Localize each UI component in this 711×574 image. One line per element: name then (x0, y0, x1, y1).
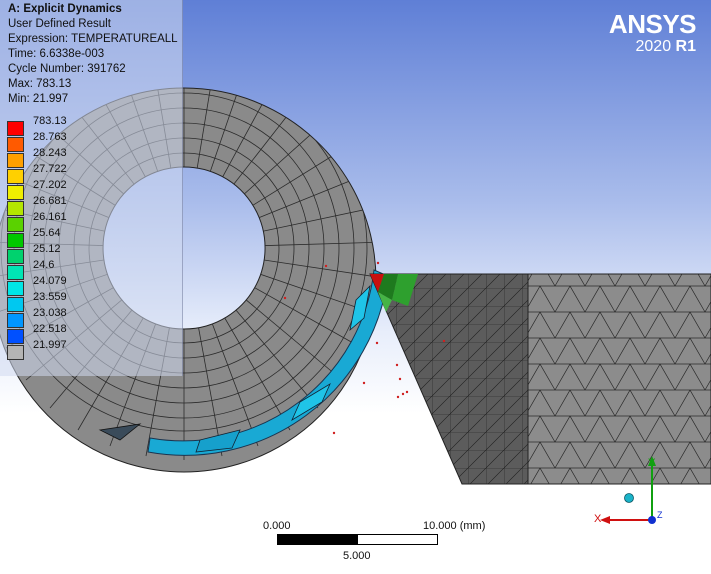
scale-segment-black (277, 534, 358, 545)
legend-swatch (7, 249, 24, 264)
analysis-title: A: Explicit Dynamics (8, 3, 122, 15)
legend-label: 26.681 (33, 195, 67, 207)
legend-label: 24.6 (33, 259, 55, 271)
legend-label: 24.079 (33, 275, 67, 287)
expression-text: Expression: TEMPERATUREALL (8, 33, 178, 45)
legend-label: 22.518 (33, 323, 67, 335)
legend-swatch (7, 137, 24, 152)
ansys-year: 2020 (635, 38, 672, 55)
time-text: Time: 6.6338e-003 (8, 48, 105, 60)
graphics-viewport[interactable]: A: Explicit Dynamics User Defined Result… (0, 0, 711, 574)
legend-swatch (7, 169, 24, 184)
legend-label: 26.161 (33, 211, 67, 223)
legend-swatch (7, 201, 24, 216)
ansys-release: R1 (675, 38, 696, 55)
legend-swatch (7, 345, 24, 360)
legend-swatch (7, 281, 24, 296)
legend-swatch (7, 217, 24, 232)
legend-label: 23.038 (33, 307, 67, 319)
x-axis-label: X (594, 513, 602, 525)
legend-label: 25.12 (33, 243, 61, 255)
legend-swatch (7, 297, 24, 312)
legend-label: 783.13 (33, 115, 67, 127)
scale-mid-label: 5.000 (343, 550, 371, 562)
ansys-version: 2020 R1 (609, 38, 697, 56)
legend-swatch (7, 153, 24, 168)
legend-label: 28.243 (33, 147, 67, 159)
z-axis-label: Z (657, 510, 663, 520)
iso-view-ball[interactable] (624, 493, 634, 503)
legend-label: 27.722 (33, 163, 67, 175)
legend-swatch (7, 185, 24, 200)
legend-swatch (7, 329, 24, 344)
z-axis-dot (648, 516, 656, 524)
scale-end-label: 10.000 (mm) (423, 520, 486, 532)
legend-swatch (7, 121, 24, 136)
cycle-number-text: Cycle Number: 391762 (8, 63, 126, 75)
y-axis-label: Y (648, 457, 656, 469)
scale-start-label: 0.000 (263, 520, 291, 532)
legend-label: 21.997 (33, 339, 67, 351)
x-axis-arrowhead (600, 516, 610, 524)
ansys-brand-text: ANSYS (608, 9, 697, 39)
legend-label: 27.202 (33, 179, 67, 191)
legend-label: 25.64 (33, 227, 61, 239)
scale-segment-white (357, 534, 438, 545)
legend-label: 23.559 (33, 291, 67, 303)
legend-swatch (7, 313, 24, 328)
legend-swatch (7, 265, 24, 280)
legend-label: 28.763 (33, 131, 67, 143)
coordinate-triad[interactable]: X Y Z (588, 452, 668, 532)
result-info-panel: A: Explicit Dynamics User Defined Result… (0, 0, 183, 376)
min-value-text: Min: 21.997 (8, 93, 69, 105)
legend-swatch (7, 233, 24, 248)
max-value-text: Max: 783.13 (8, 78, 72, 90)
result-type: User Defined Result (8, 18, 111, 30)
ansys-logo: ANSYS 2020 R1 (608, 9, 697, 56)
